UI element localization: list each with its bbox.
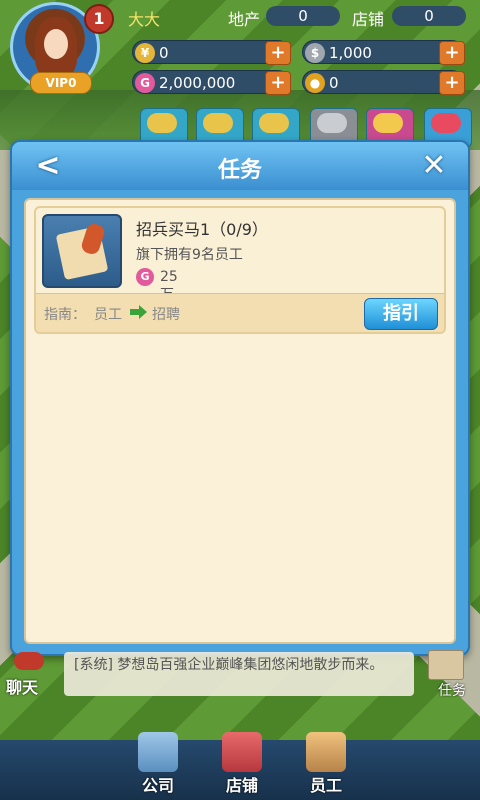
silver-coin-icon: $ (305, 43, 325, 63)
estate-label: 地产 (228, 10, 261, 29)
shops-value: 0 (392, 6, 466, 26)
close-button[interactable]: ✕ (416, 148, 452, 184)
guide-label: 指南： (44, 307, 86, 323)
office-building-icon (138, 732, 178, 772)
balloon-icon (431, 113, 461, 133)
nav-company[interactable]: 公司 (128, 732, 188, 796)
nav-company-label: 公司 (141, 776, 174, 795)
pink-g-icon: G (136, 268, 154, 286)
resource-bar-coins: ¥ 0 + (132, 40, 291, 65)
vip-badge[interactable]: VIP0 (30, 72, 92, 94)
task-document-icon (42, 214, 122, 288)
coin-stack-icon (147, 113, 177, 133)
estate-value: 0 (266, 6, 340, 26)
dialog-content: 招兵买马1（0/9） 旗下拥有9名员工 G 25万 指南： 员工 招聘 指引 (24, 198, 456, 644)
resource-value: 0 (159, 44, 169, 62)
task-name: 招兵买马1（0/9） (136, 220, 268, 239)
add-silver-button[interactable]: + (439, 41, 465, 65)
resource-value: 2,000,000 (159, 74, 236, 92)
shop-icon (222, 732, 262, 772)
guide-button[interactable]: 指引 (364, 298, 438, 330)
task-card: 招兵买马1（0/9） 旗下拥有9名员工 G 25万 指南： 员工 招聘 指引 (34, 206, 446, 334)
chat-label[interactable]: 聊天 (6, 674, 38, 698)
resource-value: 0 (329, 74, 339, 92)
task-dialog: < 任务 ✕ 招兵买马1（0/9） 旗下拥有9名员工 G 25万 指南： 员工 … (10, 140, 470, 656)
resource-value: 1,000 (329, 44, 372, 62)
safe-icon (317, 113, 347, 133)
add-gems-button[interactable]: + (265, 71, 291, 95)
nav-staff[interactable]: 员工 (296, 732, 356, 796)
level-badge: 1 (84, 4, 114, 34)
player-name: 大大 (128, 10, 161, 29)
chat-bubble-icon (14, 652, 44, 670)
chat-message-box[interactable]: [系统] 梦想岛百强企业巅峰集团悠闲地散步而来。 (64, 652, 414, 696)
avatar-face (44, 29, 68, 59)
resource-bar-gems: G 2,000,000 + (132, 70, 291, 95)
guide-bar: 指南： 员工 招聘 指引 (36, 293, 444, 332)
pink-g-icon: G (135, 73, 155, 93)
coin-stack-icon (203, 113, 233, 133)
tasks-label[interactable]: 任务 (438, 680, 466, 700)
task-description: 旗下拥有9名员工 (136, 247, 243, 263)
shops-label: 店铺 (352, 10, 385, 29)
yellow-coin-icon: ¥ (135, 43, 155, 63)
gold-coin-icon: ● (305, 73, 325, 93)
guide-from: 员工 (94, 307, 122, 323)
chat-message: [系统] 梦想岛百强企业巅峰集团悠闲地散步而来。 (74, 657, 384, 673)
nav-shop[interactable]: 店铺 (212, 732, 272, 796)
nav-staff-label: 员工 (309, 776, 342, 795)
resource-bar-gold: ● 0 + (302, 70, 465, 95)
dialog-title: 任务 (217, 158, 262, 183)
add-coins-button[interactable]: + (265, 41, 291, 65)
dialog-header: < 任务 ✕ (12, 142, 468, 190)
guide-to: 招聘 (152, 307, 180, 323)
coin-stack-icon (259, 113, 289, 133)
staff-people-icon (306, 732, 346, 772)
add-gold-button[interactable]: + (439, 71, 465, 95)
gift-icon (373, 113, 403, 133)
tasks-icon[interactable] (428, 650, 464, 680)
resource-bar-silver: $ 1,000 + (302, 40, 465, 65)
nav-shop-label: 店铺 (225, 776, 258, 795)
